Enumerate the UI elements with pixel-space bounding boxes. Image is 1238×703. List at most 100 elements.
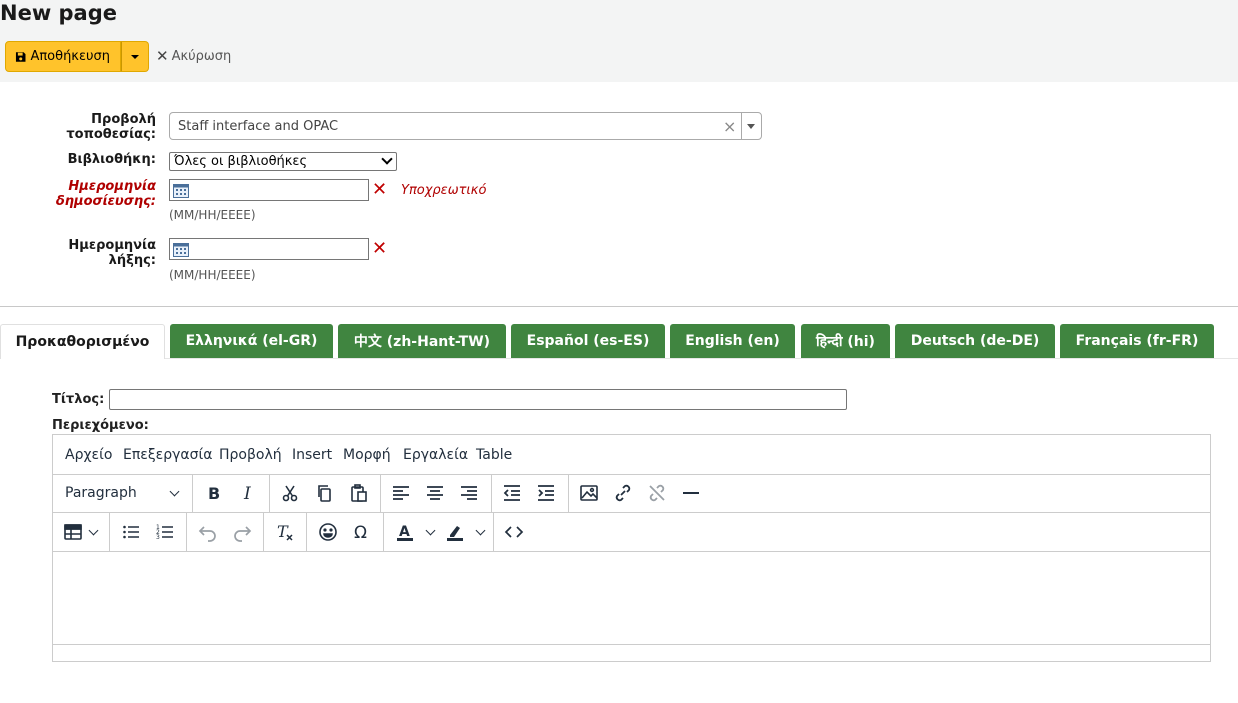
chevron-down-icon[interactable] (747, 124, 755, 129)
italic-button[interactable]: I (238, 483, 258, 503)
copy-button[interactable] (314, 483, 334, 503)
save-button-group: Αποθήκευση (5, 41, 149, 72)
numbered-list-button[interactable]: 123 (155, 522, 175, 542)
library-select[interactable]: Όλες οι βιβλιοθήκες (169, 152, 397, 171)
align-center-button[interactable] (425, 483, 445, 503)
clear-formatting-button[interactable]: T (275, 522, 295, 542)
menu-tools[interactable]: Εργαλεία (403, 447, 468, 463)
save-button-label: Αποθήκευση (30, 49, 110, 64)
clear-icon[interactable]: × (723, 117, 736, 136)
cut-icon (282, 485, 298, 502)
align-left-button[interactable] (391, 483, 411, 503)
close-icon: ✕ (156, 47, 169, 65)
tab-el-gr[interactable]: Ελληνικά (el-GR) (170, 324, 333, 358)
tab-hi[interactable]: हिन्दी (hi) (801, 324, 890, 358)
location-select[interactable]: Staff interface and OPAC × (169, 112, 762, 140)
calendar-icon[interactable] (173, 183, 189, 198)
svg-text:3: 3 (156, 534, 160, 541)
toolbar-separator (306, 513, 307, 551)
bullet-list-icon (123, 525, 139, 539)
toolbar-separator (109, 513, 110, 551)
menu-format[interactable]: Μορφή (343, 447, 391, 463)
location-label-line2: τοποθεσίας: (66, 127, 156, 142)
save-options-dropdown[interactable] (121, 41, 149, 72)
bold-button[interactable]: B (204, 483, 224, 503)
tab-default[interactable]: Προκαθορισμένο (0, 324, 165, 359)
expdate-input[interactable] (169, 238, 369, 260)
image-icon (580, 485, 598, 501)
redo-icon (234, 526, 252, 542)
insert-link-button[interactable] (613, 483, 633, 503)
redo-button[interactable] (232, 522, 252, 542)
clear-date-icon[interactable]: ✕ (372, 181, 387, 199)
link-icon (615, 484, 631, 502)
pubdate-label: Ημερομηνία δημοσίευσης: (56, 179, 156, 209)
chevron-down-icon[interactable] (425, 525, 436, 536)
menu-view[interactable]: Προβολή (219, 447, 282, 463)
rich-text-editor: Αρχείο Επεξεργασία Προβολή Insert Μορφή … (52, 434, 1211, 662)
paste-button[interactable] (349, 483, 369, 503)
calendar-icon[interactable] (173, 242, 189, 257)
toolbar-separator (380, 474, 381, 512)
clear-date-icon[interactable]: ✕ (372, 240, 387, 258)
toolbar-separator (383, 513, 384, 551)
editor-menubar: Αρχείο Επεξεργασία Προβολή Insert Μορφή … (53, 435, 1210, 475)
editor-content-area[interactable] (53, 552, 1210, 645)
insert-image-button[interactable] (579, 483, 599, 503)
numbered-list-icon: 123 (156, 524, 173, 541)
horizontal-rule-button[interactable] (681, 483, 701, 503)
tab-en[interactable]: English (en) (670, 324, 795, 358)
unlink-button[interactable] (647, 483, 667, 503)
align-left-icon (393, 486, 409, 500)
svg-text:A: A (399, 524, 410, 540)
pubdate-input[interactable] (169, 179, 369, 201)
tab-es-es[interactable]: Español (es-ES) (511, 324, 665, 358)
special-char-button[interactable]: Ω (352, 522, 372, 542)
omega-icon: Ω (354, 523, 367, 542)
required-indicator: Υποχρεωτικό (401, 183, 487, 198)
align-right-button[interactable] (459, 483, 479, 503)
horizontal-rule-icon (683, 492, 699, 494)
location-label: Προβολή τοποθεσίας: (66, 112, 156, 142)
align-center-icon (427, 486, 443, 500)
cancel-link[interactable]: ✕ Ακύρωση (156, 47, 231, 65)
paste-icon (351, 484, 367, 502)
outdent-button[interactable] (502, 483, 522, 503)
table-button[interactable] (63, 522, 83, 542)
svg-text:B: B (208, 484, 220, 503)
text-color-button[interactable]: A (395, 522, 415, 542)
svg-text:T: T (277, 522, 289, 541)
menu-table[interactable]: Table (476, 447, 512, 463)
expdate-label-line1: Ημερομηνία (68, 238, 156, 253)
chevron-down-icon[interactable] (88, 525, 99, 536)
save-button[interactable]: Αποθήκευση (5, 41, 121, 72)
toolbar-separator (269, 474, 270, 512)
cancel-label: Ακύρωση (171, 48, 232, 64)
menu-edit[interactable]: Επεξεργασία (123, 447, 212, 463)
cut-button[interactable] (280, 483, 300, 503)
emoticons-button[interactable] (318, 522, 338, 542)
title-input[interactable] (109, 389, 847, 410)
chevron-down-icon (381, 153, 393, 165)
tab-zh-hant-tw[interactable]: 中文 (zh-Hant-TW) (338, 324, 506, 358)
tab-fr-fr[interactable]: Français (fr-FR) (1060, 324, 1214, 358)
content-label: Περιεχόμενο: (52, 418, 149, 433)
tab-de-de[interactable]: Deutsch (de-DE) (895, 324, 1055, 358)
undo-button[interactable] (198, 522, 218, 542)
indent-button[interactable] (536, 483, 556, 503)
section-divider (0, 306, 1238, 307)
block-format-select[interactable]: Paragraph (53, 474, 191, 512)
bullet-list-button[interactable] (121, 522, 141, 542)
pubdate-label-line2: δημοσίευσης: (55, 194, 156, 209)
chevron-down-icon[interactable] (475, 525, 486, 536)
source-code-button[interactable] (504, 522, 524, 542)
menu-file[interactable]: Αρχείο (65, 447, 112, 463)
unlink-icon (649, 484, 665, 502)
highlight-color-button[interactable] (445, 522, 465, 542)
code-icon (504, 526, 524, 538)
toolbar-separator (263, 513, 264, 551)
clear-formatting-icon: T (277, 522, 293, 541)
undo-icon (198, 526, 216, 542)
menu-insert[interactable]: Insert (292, 447, 332, 463)
emoji-icon (319, 523, 337, 541)
